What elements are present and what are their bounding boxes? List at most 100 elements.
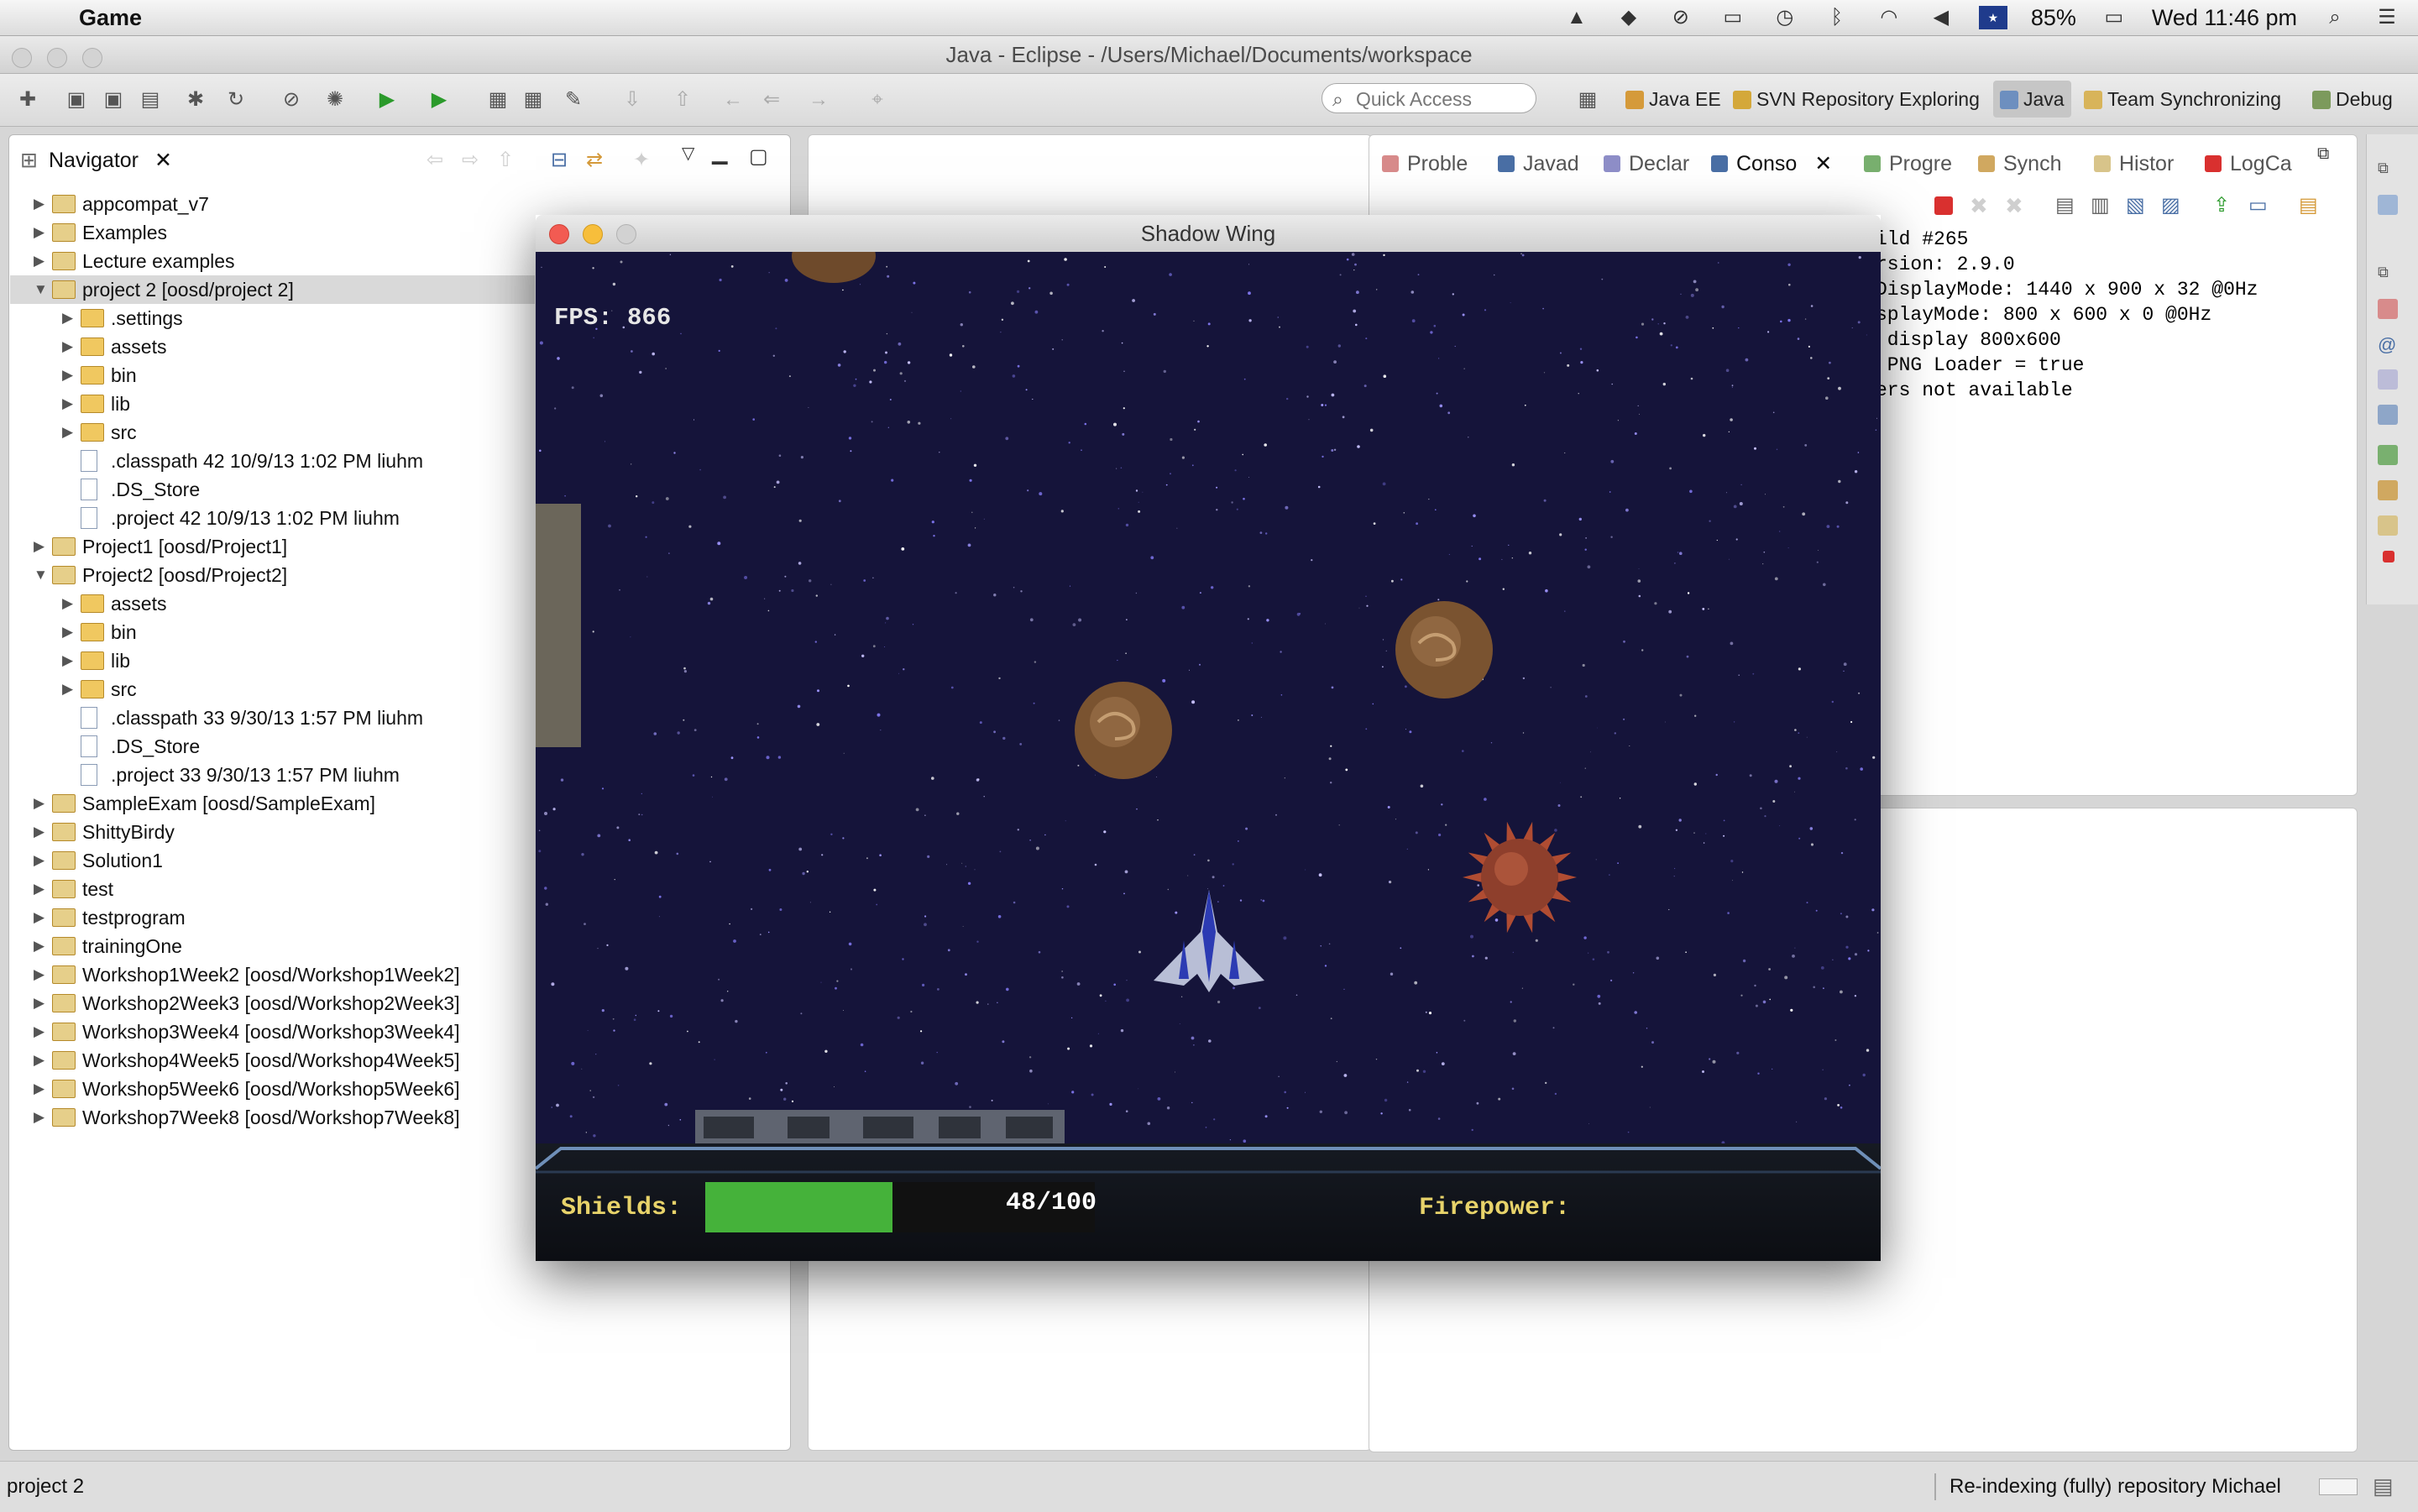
tab-proble[interactable]: Proble (1374, 143, 1468, 185)
link-editor-icon[interactable]: ⇄ (586, 148, 603, 172)
open-perspective-icon[interactable]: ▦ (1575, 87, 1600, 112)
tab-navigator[interactable]: ⊞ Navigator ✕ (10, 139, 203, 181)
volume-icon[interactable]: ◀ (1927, 6, 1955, 29)
open-console-icon[interactable]: ▤ (2299, 193, 2318, 217)
close-icon[interactable]: ✕ (1808, 152, 1832, 175)
game-close-button[interactable] (549, 224, 569, 244)
next-annotation-icon[interactable]: ⇩ (620, 87, 645, 112)
dropbox-icon[interactable]: ◆ (1615, 6, 1643, 29)
collapse-all-icon[interactable]: ⊟ (551, 148, 568, 172)
collapsed-triangle-icon[interactable]: ▶ (34, 932, 47, 960)
declaration-icon[interactable] (2378, 369, 2398, 390)
pencil-icon[interactable]: ✎ (561, 87, 586, 112)
drive-icon[interactable]: ▲ (1562, 6, 1591, 29)
synchronize-icon[interactable] (2378, 480, 2398, 500)
collapsed-triangle-icon[interactable]: ▶ (34, 960, 47, 989)
perspective-java[interactable]: Java (1993, 81, 2071, 118)
progress-bar[interactable] (2319, 1478, 2358, 1495)
collapsed-triangle-icon[interactable]: ▶ (34, 846, 47, 875)
tab-declar[interactable]: Declar (1595, 143, 1689, 185)
perspective-debug[interactable]: Debug (2305, 81, 2400, 118)
circle-slash-icon[interactable]: ⊘ (1667, 6, 1695, 29)
history-icon[interactable] (2378, 515, 2398, 536)
spotlight-icon[interactable]: ⌕ (2321, 6, 2349, 29)
collapsed-triangle-icon[interactable]: ▶ (62, 361, 76, 390)
battery-icon[interactable]: ▭ (2100, 6, 2128, 29)
game-minimize-button[interactable] (583, 224, 603, 244)
tab-conso[interactable]: Conso ✕ (1703, 143, 1833, 185)
perspective-java-ee[interactable]: Java EE (1619, 81, 1728, 118)
scroll-lock-icon[interactable]: ▥ (2091, 193, 2110, 217)
logcat-icon[interactable] (2383, 551, 2394, 562)
forward-nav-icon[interactable]: ⇨ (462, 148, 479, 172)
eclipse-zoom-button[interactable] (82, 48, 102, 68)
collapsed-triangle-icon[interactable]: ▶ (62, 304, 76, 332)
battery-percent[interactable]: 85% (2031, 5, 2076, 31)
outline-icon[interactable] (2378, 195, 2398, 215)
tab-progre[interactable]: Progre (1855, 143, 1952, 185)
bluetooth-icon[interactable]: ᛒ (1823, 6, 1851, 29)
progress-icon[interactable] (2378, 445, 2398, 465)
expanded-triangle-icon[interactable]: ▼ (34, 561, 48, 589)
show-stderr-icon[interactable]: ▨ (2161, 193, 2180, 217)
terminate-icon[interactable] (1934, 196, 1953, 215)
pin-editor-icon[interactable]: ⌖ (865, 87, 890, 112)
up-nav-icon[interactable]: ⇧ (497, 148, 514, 172)
show-stdout-icon[interactable]: ▧ (2126, 193, 2145, 217)
status-progress-text[interactable]: Re-indexing (fully) repository Michael (1950, 1475, 2281, 1499)
minimize-view-icon[interactable]: ▁ (712, 141, 727, 165)
restore-icon-2[interactable]: ⧉ (2378, 264, 2398, 284)
flag-icon[interactable]: ★ (1978, 6, 2007, 29)
collapsed-triangle-icon[interactable]: ▶ (34, 247, 47, 275)
collapsed-triangle-icon[interactable]: ▶ (34, 1103, 47, 1132)
remove-launch-icon[interactable]: ✖ (1970, 193, 1988, 219)
collapsed-triangle-icon[interactable]: ▶ (34, 789, 47, 818)
problems-icon[interactable] (2378, 299, 2398, 319)
back-dropdown-icon[interactable]: ⇐ (759, 87, 784, 112)
notification-center-icon[interactable]: ☰ (2373, 6, 2401, 29)
time-machine-icon[interactable]: ◷ (1771, 6, 1799, 29)
collapsed-triangle-icon[interactable]: ▶ (62, 675, 76, 704)
menubar-clock[interactable]: Wed 11:46 pm (2152, 5, 2297, 31)
console-trim-icon[interactable] (2378, 405, 2398, 425)
collapsed-triangle-icon[interactable]: ▶ (62, 390, 76, 418)
back-icon[interactable]: ← (720, 87, 746, 112)
filter-icon[interactable]: ✦ (633, 148, 650, 172)
javadoc-icon[interactable]: @ (2378, 334, 2398, 355)
maximize-view-icon[interactable]: ▢ (749, 144, 768, 169)
terminal-icon[interactable]: ▭ (1719, 6, 1747, 29)
quick-access-input[interactable]: ⌕ Quick Access (1322, 83, 1536, 113)
restore-icon[interactable]: ⧉ (2378, 160, 2398, 180)
collapsed-triangle-icon[interactable]: ▶ (34, 532, 47, 561)
close-icon[interactable]: ✕ (154, 149, 172, 172)
print-icon[interactable]: ▤ (138, 87, 163, 112)
skip-breakpoints-icon[interactable]: ⊘ (279, 87, 304, 112)
collapsed-triangle-icon[interactable]: ▶ (34, 1018, 47, 1046)
external-tools-icon[interactable]: ▶ (427, 87, 452, 112)
tab-javad[interactable]: Javad (1489, 143, 1579, 185)
tab-histor[interactable]: Histor (2086, 143, 2174, 185)
view-menu-icon[interactable]: ▽ (682, 143, 694, 164)
debug-icon[interactable]: ✺ (322, 87, 348, 112)
collapsed-triangle-icon[interactable]: ▶ (34, 818, 47, 846)
collapsed-triangle-icon[interactable]: ▶ (62, 618, 76, 646)
collapsed-triangle-icon[interactable]: ▶ (34, 190, 47, 218)
perspective-team-sync[interactable]: Team Synchronizing (2077, 81, 2288, 118)
collapsed-triangle-icon[interactable]: ▶ (34, 875, 47, 903)
tab-logca[interactable]: LogCa (2196, 143, 2292, 185)
perspective-svn[interactable]: SVN Repository Exploring (1726, 81, 1986, 118)
run-icon[interactable]: ▶ (374, 87, 400, 112)
save-icon[interactable]: ▣ (64, 87, 89, 112)
collapsed-triangle-icon[interactable]: ▶ (62, 332, 76, 361)
collapsed-triangle-icon[interactable]: ▶ (34, 903, 47, 932)
eclipse-close-button[interactable] (12, 48, 32, 68)
prev-annotation-icon[interactable]: ⇧ (670, 87, 695, 112)
game-canvas[interactable]: FPS: 866 (536, 252, 1881, 1143)
clear-console-icon[interactable]: ▤ (2055, 193, 2075, 217)
refresh-icon[interactable]: ↻ (223, 87, 249, 112)
tree-project-item[interactable]: ▶ appcompat_v7 (10, 190, 782, 218)
apple-icon[interactable] (25, 6, 54, 29)
collapsed-triangle-icon[interactable]: ▶ (34, 218, 47, 247)
display-console-icon[interactable]: ▭ (2248, 193, 2268, 217)
save-all-icon[interactable]: ▣ (101, 87, 126, 112)
